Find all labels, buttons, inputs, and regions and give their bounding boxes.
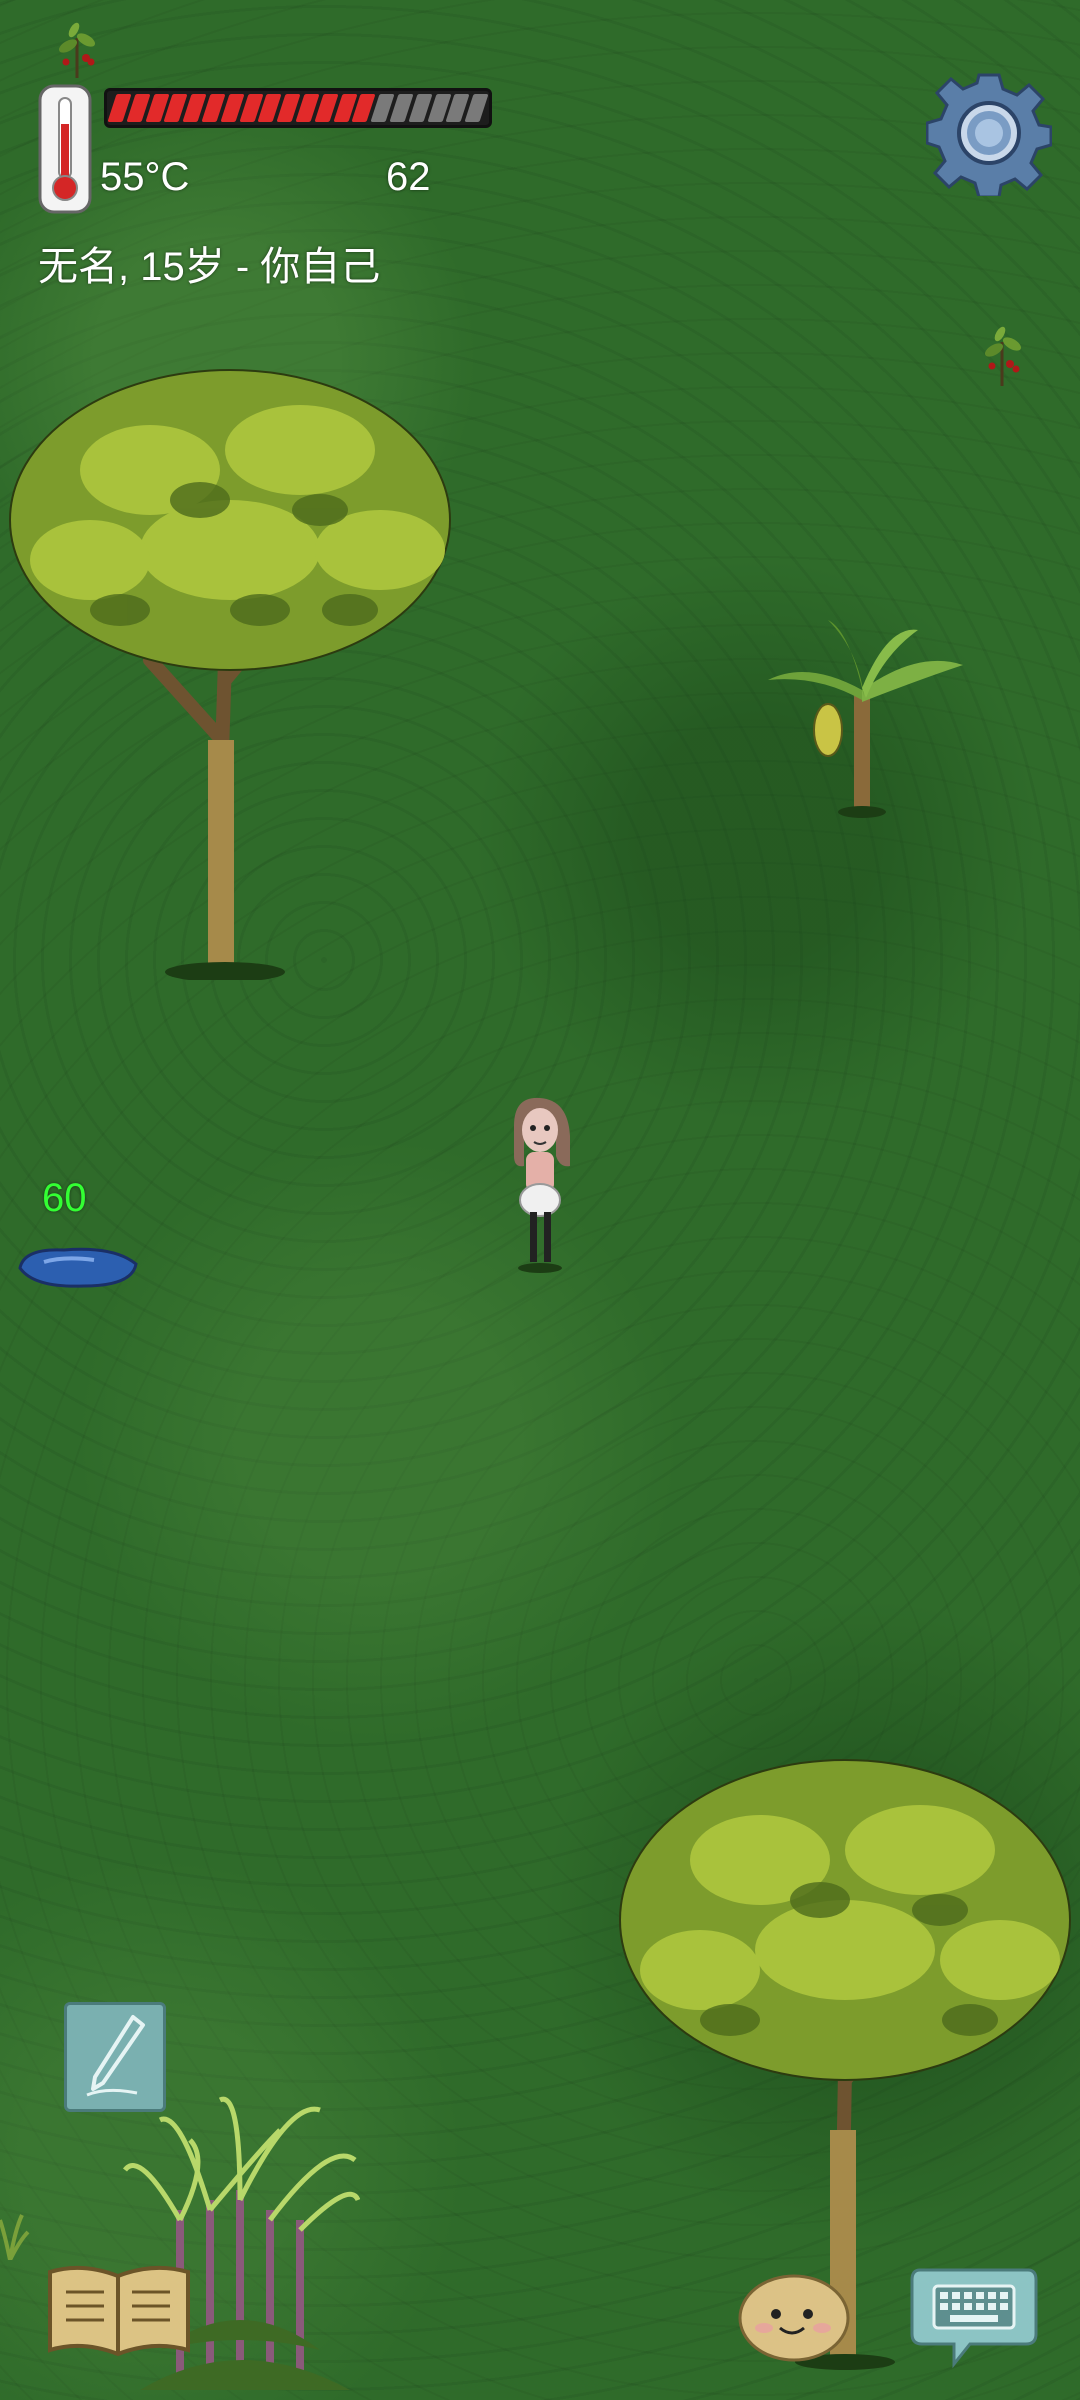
- berry-bush-sprite[interactable]: [52, 18, 102, 80]
- thermometer-icon: [38, 84, 92, 214]
- player-identity: 无名, 15岁 - 你自己: [38, 245, 381, 289]
- book-icon[interactable]: [46, 2262, 192, 2358]
- maple-tree-sprite[interactable]: [0, 360, 500, 980]
- pond-water-value: 60: [42, 1176, 87, 1220]
- keyboard-icon[interactable]: [910, 2260, 1038, 2370]
- player-character[interactable]: [500, 1096, 580, 1276]
- notes-button[interactable]: [64, 2002, 166, 2112]
- pencil-icon: [86, 2015, 145, 2097]
- banana-plant-sprite[interactable]: [768, 620, 968, 820]
- temperature-readout: 55°C: [100, 155, 190, 199]
- grass-tuft-sprite: [0, 2214, 30, 2260]
- berry-bush-sprite[interactable]: [980, 324, 1026, 388]
- food-bar: [104, 88, 492, 128]
- potato-face-icon[interactable]: [736, 2268, 852, 2364]
- food-value: 62: [386, 155, 431, 199]
- pond-sprite[interactable]: [14, 1244, 140, 1290]
- food-pip: [464, 94, 489, 122]
- gear-icon[interactable]: [926, 70, 1052, 196]
